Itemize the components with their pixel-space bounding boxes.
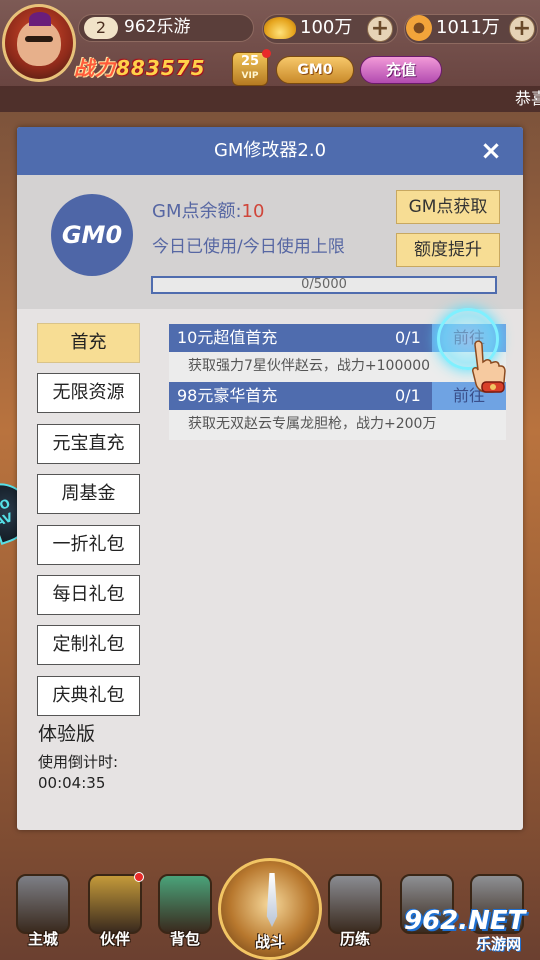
vip-badge[interactable]: 25 VIP (232, 49, 271, 86)
nav-training[interactable]: 历练 (322, 870, 388, 956)
pack-count: 0/1 (395, 328, 421, 347)
pack-row: 98元豪华首充 0/1 前往 获取无双赵云专属龙胆枪，战力+200万 (169, 382, 506, 440)
announcement-text: 恭喜 (515, 89, 540, 108)
companion-icon (88, 874, 142, 934)
bag-icon (158, 874, 212, 934)
gm0-button[interactable]: GM0 (276, 56, 354, 84)
recharge-button[interactable]: 充值 (360, 56, 442, 84)
gm-logo-icon: GM0 (51, 194, 133, 276)
sidebar-item-first-recharge[interactable]: 首充 (37, 323, 140, 363)
player-avatar[interactable] (2, 4, 76, 82)
watermark-logo: 962.NET (404, 906, 526, 936)
add-coin-button[interactable]: + (509, 16, 535, 42)
pack-name: 98元豪华首充 (177, 386, 278, 405)
notification-dot (134, 872, 144, 882)
raise-limit-button[interactable]: 额度提升 (396, 233, 500, 267)
close-icon[interactable]: × (477, 137, 505, 165)
combat-power: 战力883575 (74, 54, 206, 82)
obtain-gm-points-button[interactable]: GM点获取 (396, 190, 500, 224)
castle-icon (16, 874, 70, 934)
battle-button[interactable]: 战斗 (218, 858, 322, 960)
sidebar-item-discount-pack[interactable]: 一折礼包 (37, 525, 140, 565)
pack-count: 0/1 (395, 386, 421, 405)
player-name: 962乐游 (124, 17, 191, 37)
nav-label: 伙伴 (99, 930, 130, 948)
pack-description: 获取无双赵云专属龙胆枪，战力+200万 (188, 416, 437, 432)
nav-label: 历练 (339, 930, 370, 948)
avatar-face (17, 12, 61, 66)
sidebar-item-weekly-fund[interactable]: 周基金 (37, 474, 140, 514)
sidebar-item-celebration-pack[interactable]: 庆典礼包 (37, 676, 140, 716)
countdown-value: 00:04:35 (38, 774, 106, 792)
combat-power-value: 883575 (116, 56, 206, 80)
nav-bag[interactable]: 背包 (152, 870, 218, 956)
nav-companion[interactable]: 伙伴 (82, 870, 148, 956)
swords-icon (266, 873, 278, 927)
sidebar-item-unlimited-resources[interactable]: 无限资源 (37, 373, 140, 413)
sidebar-item-ingot-recharge[interactable]: 元宝直充 (37, 424, 140, 464)
trial-version-label: 体验版 (38, 723, 96, 745)
notification-dot (262, 49, 271, 58)
add-gold-button[interactable]: + (367, 16, 393, 42)
gm-modifier-dialog: GM修改器2.0 × GM0 GM点余额:10 今日已使用/今日使用上限 GM点… (17, 127, 523, 830)
training-icon (328, 874, 382, 934)
gm-balance-label: GM点余额: (152, 201, 242, 222)
gm-balance-value: 10 (241, 201, 265, 222)
nav-label: 主城 (27, 930, 58, 948)
watermark-subtitle: 乐游网 (476, 935, 522, 953)
usage-limit-label: 今日已使用/今日使用上限 (152, 237, 345, 257)
usage-progress-text: 0/5000 (301, 277, 347, 292)
usage-progress-bar: 0/5000 (151, 276, 497, 294)
pointing-hand-icon (472, 340, 506, 393)
nav-label: 背包 (169, 930, 200, 948)
gm-balance: GM点余额:10 (152, 199, 264, 225)
vip-text: VIP (241, 71, 259, 81)
coin-value: 1011万 (436, 17, 500, 38)
countdown-label: 使用倒计时: (38, 753, 119, 771)
gold-ingot-value: 100万 (300, 17, 353, 38)
watermark: 962.NET 乐游网 (404, 906, 534, 956)
nav-main-city[interactable]: 主城 (10, 870, 76, 956)
gold-ingot-icon (264, 17, 296, 39)
pack-name: 10元超值首充 (177, 328, 278, 347)
player-level: 2 (84, 17, 118, 39)
combat-power-label: 战力 (74, 56, 116, 80)
coin-icon (406, 15, 432, 41)
sidebar-item-custom-pack[interactable]: 定制礼包 (37, 625, 140, 665)
announcement-bar: 恭喜 (0, 86, 540, 112)
sidebar-item-daily-pack[interactable]: 每日礼包 (37, 575, 140, 615)
dialog-title: GM修改器2.0 (213, 140, 327, 161)
pack-description: 获取强力7星伙伴赵云，战力+100000 (188, 358, 431, 374)
battle-label: 战斗 (254, 933, 285, 951)
